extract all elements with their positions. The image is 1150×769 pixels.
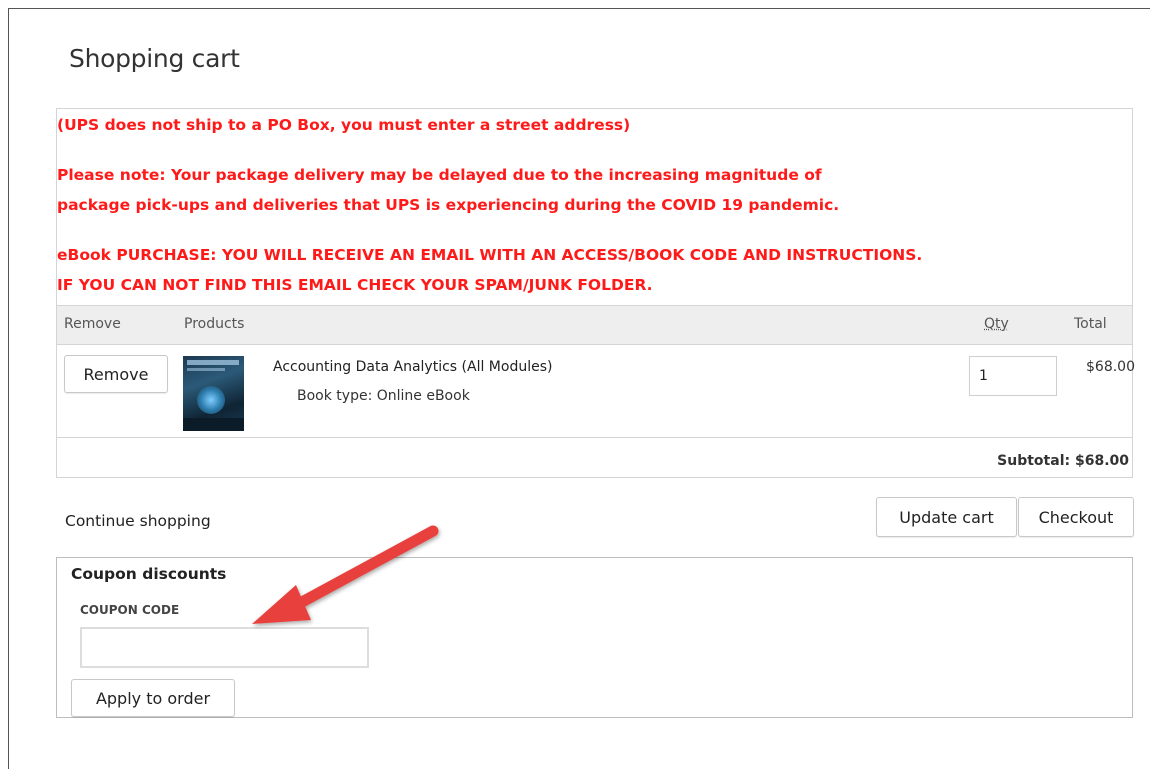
- update-cart-button[interactable]: Update cart: [876, 497, 1017, 537]
- book-cover-image[interactable]: [183, 356, 244, 431]
- cover-art: [197, 386, 225, 414]
- page-title: Shopping cart: [69, 44, 240, 73]
- checkout-button[interactable]: Checkout: [1018, 497, 1134, 537]
- apply-to-order-button[interactable]: Apply to order: [71, 679, 235, 717]
- product-name[interactable]: Accounting Data Analytics (All Modules): [273, 359, 552, 375]
- remove-button[interactable]: Remove: [64, 355, 168, 393]
- header-remove: Remove: [64, 316, 121, 332]
- quantity-input[interactable]: [969, 356, 1057, 396]
- book-type: Book type: Online eBook: [297, 388, 470, 404]
- cover-title-bar: [187, 360, 239, 365]
- cover-subtitle-bar: [187, 368, 225, 371]
- continue-shopping-link[interactable]: Continue shopping: [65, 512, 211, 530]
- subtotal: Subtotal: $68.00: [997, 453, 1129, 469]
- line-total: $68.00: [1086, 359, 1135, 375]
- covid-notice-line1: Please note: Your package delivery may b…: [57, 166, 822, 184]
- ebook-notice-line1: eBook PURCHASE: YOU WILL RECEIVE AN EMAI…: [57, 246, 923, 264]
- ebook-notice-line2: IF YOU CAN NOT FIND THIS EMAIL CHECK YOU…: [57, 276, 653, 294]
- covid-notice-line2: package pick-ups and deliveries that UPS…: [57, 196, 840, 214]
- coupon-code-input[interactable]: [80, 627, 369, 668]
- header-products: Products: [184, 316, 245, 332]
- header-total: Total: [1074, 316, 1107, 332]
- header-qty: Qty: [984, 316, 1009, 332]
- cover-footer: [183, 418, 244, 431]
- po-box-notice: (UPS does not ship to a PO Box, you must…: [57, 116, 631, 134]
- row-divider: [57, 437, 1132, 438]
- coupon-code-label: COUPON CODE: [80, 603, 180, 617]
- coupon-title: Coupon discounts: [71, 565, 227, 583]
